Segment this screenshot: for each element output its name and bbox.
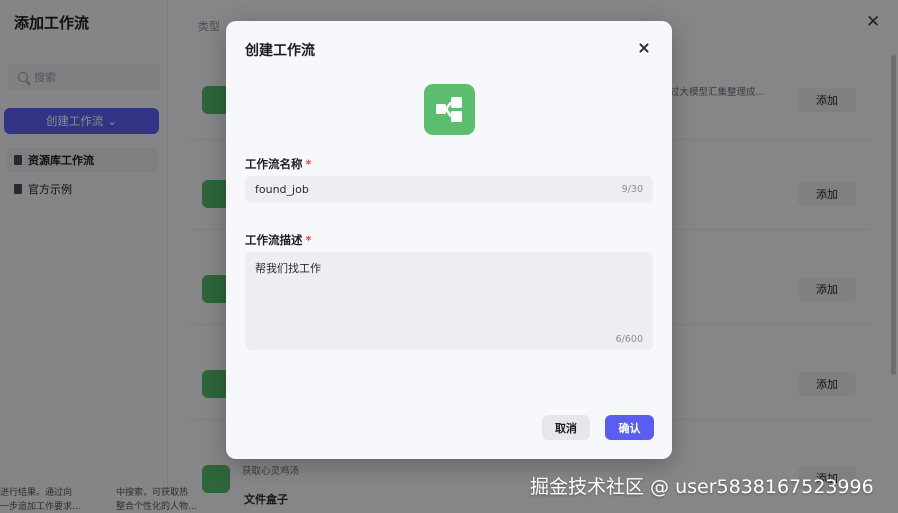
desc-char-counter: 6/600 bbox=[615, 334, 643, 345]
required-mark: * bbox=[305, 233, 312, 247]
watermark: 掘金技术社区 @ user5838167523996 bbox=[530, 476, 874, 498]
label-text: 工作流描述 bbox=[245, 233, 303, 247]
dialog-title: 创建工作流 bbox=[245, 43, 315, 59]
create-workflow-dialog: 创建工作流 工作流名称 * found_job 9/30 工作流描述 * 帮我们找工… bbox=[226, 21, 672, 459]
workflow-graph-icon bbox=[436, 97, 462, 122]
workflow-description-textarea[interactable]: 帮我们找工作 6/600 bbox=[245, 252, 653, 350]
workflow-name-input[interactable]: found_job 9/30 bbox=[245, 176, 653, 202]
name-char-counter: 9/30 bbox=[621, 183, 643, 195]
close-icon[interactable] bbox=[634, 38, 654, 58]
label-text: 工作流名称 bbox=[245, 157, 303, 171]
required-mark: * bbox=[305, 157, 312, 171]
desc-value: 帮我们找工作 bbox=[255, 262, 321, 275]
cancel-button[interactable]: 取消 bbox=[542, 415, 590, 440]
name-field-label: 工作流名称 * bbox=[245, 156, 312, 172]
workflow-icon[interactable] bbox=[424, 84, 475, 135]
name-value: found_job bbox=[255, 182, 309, 196]
desc-field-label: 工作流描述 * bbox=[245, 232, 312, 248]
confirm-button[interactable]: 确认 bbox=[605, 415, 654, 440]
